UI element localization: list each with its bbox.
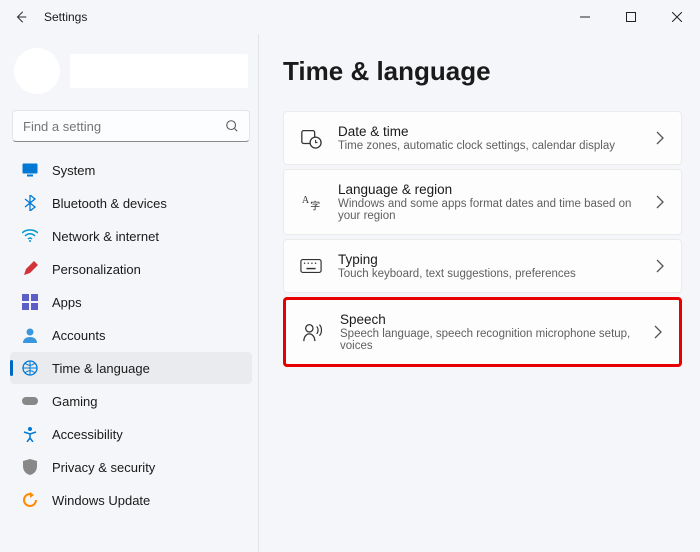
card-title: Language & region: [338, 182, 639, 197]
card-subtitle: Time zones, automatic clock settings, ca…: [338, 140, 639, 152]
card-typing[interactable]: Typing Touch keyboard, text suggestions,…: [283, 239, 682, 293]
nav-list: System Bluetooth & devices Network & int…: [10, 154, 252, 516]
chevron-right-icon: [653, 325, 663, 339]
card-subtitle: Touch keyboard, text suggestions, prefer…: [338, 268, 639, 280]
svg-text:A: A: [302, 195, 310, 206]
person-icon: [22, 327, 38, 343]
card-speech[interactable]: Speech Speech language, speech recogniti…: [283, 297, 682, 367]
apps-icon: [22, 294, 38, 310]
sidebar-item-label: Personalization: [52, 262, 141, 277]
sidebar-item-system[interactable]: System: [10, 154, 252, 186]
card-title: Typing: [338, 252, 639, 267]
card-subtitle: Windows and some apps format dates and t…: [338, 198, 639, 222]
sidebar-item-label: Gaming: [52, 394, 98, 409]
page-heading: Time & language: [283, 56, 682, 87]
sidebar-item-label: Bluetooth & devices: [52, 196, 167, 211]
minimize-button[interactable]: [562, 0, 608, 34]
speech-icon: [302, 321, 324, 343]
card-subtitle: Speech language, speech recognition micr…: [340, 328, 637, 352]
system-icon: [22, 162, 38, 178]
sidebar-item-accounts[interactable]: Accounts: [10, 319, 252, 351]
card-title: Speech: [340, 312, 637, 327]
bluetooth-icon: [22, 195, 38, 211]
sidebar-item-bluetooth[interactable]: Bluetooth & devices: [10, 187, 252, 219]
sidebar-item-label: Time & language: [52, 361, 150, 376]
search-input[interactable]: [23, 119, 225, 134]
sidebar-item-label: Accounts: [52, 328, 105, 343]
main-content: Time & language Date & time Time zones, …: [258, 34, 700, 552]
back-icon[interactable]: [14, 10, 28, 24]
chevron-right-icon: [655, 131, 665, 145]
language-icon: A字: [300, 191, 322, 213]
card-language-region[interactable]: A字 Language & region Windows and some ap…: [283, 169, 682, 235]
gaming-icon: [22, 393, 38, 409]
wifi-icon: [22, 228, 38, 244]
sidebar-item-label: Network & internet: [52, 229, 159, 244]
chevron-right-icon: [655, 259, 665, 273]
card-title: Date & time: [338, 124, 639, 139]
svg-text:字: 字: [310, 199, 320, 212]
window-title: Settings: [44, 10, 87, 24]
card-date-time[interactable]: Date & time Time zones, automatic clock …: [283, 111, 682, 165]
sidebar-item-label: Accessibility: [52, 427, 123, 442]
update-icon: [22, 492, 38, 508]
paint-icon: [22, 261, 38, 277]
sidebar-item-label: System: [52, 163, 95, 178]
globe-clock-icon: [22, 360, 38, 376]
shield-icon: [22, 459, 38, 475]
keyboard-icon: [300, 255, 322, 277]
settings-card-list: Date & time Time zones, automatic clock …: [283, 111, 682, 367]
close-button[interactable]: [654, 0, 700, 34]
sidebar-item-time-language[interactable]: Time & language: [10, 352, 252, 384]
search-icon: [225, 119, 239, 133]
sidebar-item-label: Windows Update: [52, 493, 150, 508]
sidebar-item-apps[interactable]: Apps: [10, 286, 252, 318]
sidebar-item-personalization[interactable]: Personalization: [10, 253, 252, 285]
sidebar: System Bluetooth & devices Network & int…: [0, 34, 258, 552]
accessibility-icon: [22, 426, 38, 442]
avatar: [14, 48, 60, 94]
clock-calendar-icon: [300, 127, 322, 149]
sidebar-item-windows-update[interactable]: Windows Update: [10, 484, 252, 516]
profile-name: [70, 54, 248, 88]
maximize-button[interactable]: [608, 0, 654, 34]
sidebar-item-label: Apps: [52, 295, 82, 310]
sidebar-item-label: Privacy & security: [52, 460, 155, 475]
search-box[interactable]: [12, 110, 250, 142]
chevron-right-icon: [655, 195, 665, 209]
sidebar-item-privacy[interactable]: Privacy & security: [10, 451, 252, 483]
sidebar-item-gaming[interactable]: Gaming: [10, 385, 252, 417]
sidebar-item-accessibility[interactable]: Accessibility: [10, 418, 252, 450]
profile-block[interactable]: [10, 34, 252, 110]
titlebar: Settings: [0, 0, 700, 34]
sidebar-item-network[interactable]: Network & internet: [10, 220, 252, 252]
